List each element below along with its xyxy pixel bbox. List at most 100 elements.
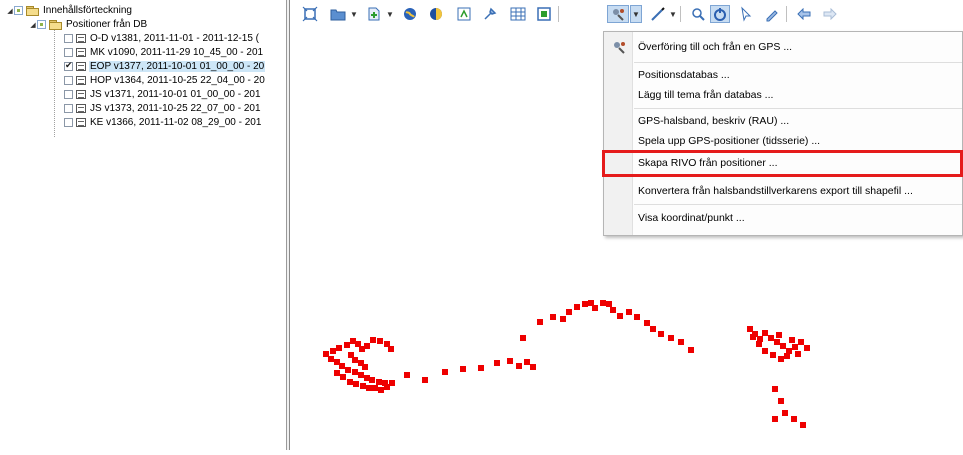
layer-icon: [76, 104, 86, 113]
layer-checkbox[interactable]: [64, 90, 73, 99]
gps-point: [516, 363, 522, 369]
gps-point: [334, 370, 340, 376]
gps-point: [606, 301, 612, 307]
gps-point: [372, 385, 378, 391]
collapse-icon[interactable]: ◢: [29, 21, 37, 29]
gps-point: [770, 352, 776, 358]
group-label: Positioner från DB: [66, 19, 148, 30]
table-icon[interactable]: [508, 5, 528, 23]
gps-point: [756, 341, 762, 347]
back-icon[interactable]: [794, 5, 814, 23]
layer-item[interactable]: MK v1090, 2011-11-29 10_45_00 - 201: [64, 46, 264, 59]
layer-item[interactable]: KE v1366, 2011-11-02 08_29_00 - 201: [64, 116, 262, 129]
gps-point: [377, 338, 383, 344]
gps-point: [560, 316, 566, 322]
globe-icon[interactable]: [400, 5, 420, 23]
layer-item[interactable]: O-D v1381, 2011-11-01 - 2011-12-15 (: [64, 32, 260, 45]
gps-point: [782, 410, 788, 416]
group-checkbox[interactable]: [37, 20, 46, 29]
select-icon[interactable]: [710, 5, 730, 23]
layer-label: JS v1371, 2011-10-01 01_00_00 - 201: [90, 89, 261, 100]
edit-icon[interactable]: [762, 5, 782, 23]
layout-icon[interactable]: [534, 5, 554, 23]
gps-point: [762, 348, 768, 354]
layer-icon: [76, 90, 86, 99]
layer-checkbox[interactable]: [64, 118, 73, 127]
menu-item-position-database[interactable]: Positionsdatabas ...: [604, 65, 963, 85]
gps-point: [389, 380, 395, 386]
gps-point: [582, 301, 588, 307]
gps-point: [776, 332, 782, 338]
panel-splitter[interactable]: [286, 0, 292, 450]
layer-label: JS v1373, 2011-10-25 22_07_00 - 201: [90, 103, 261, 114]
tree-group[interactable]: ◢ Positioner från DB: [29, 18, 148, 31]
gps-point: [340, 374, 346, 380]
gps-point: [530, 364, 536, 370]
gps-point: [592, 305, 598, 311]
layer-label: EOP v1377, 2011-10-01 01_00_00 - 20: [89, 61, 266, 72]
gps-point: [339, 363, 345, 369]
menu-item-add-theme[interactable]: Lägg till tema från databas ...: [604, 85, 963, 105]
layer-checkbox[interactable]: [64, 34, 73, 43]
tree-root[interactable]: ◢ Innehållsförteckning: [6, 4, 133, 17]
highlight-box: [602, 150, 963, 177]
layer-item[interactable]: EOP v1377, 2011-10-01 01_00_00 - 20: [64, 60, 266, 73]
zoom-icon[interactable]: [688, 5, 708, 23]
layer-item[interactable]: HOP v1364, 2011-10-25 22_04_00 - 20: [64, 74, 266, 87]
collapse-icon[interactable]: ◢: [6, 7, 14, 15]
gps-point: [792, 344, 798, 350]
gps-icon: [612, 40, 626, 61]
menu-item-gps-transfer[interactable]: Överföring till och från en GPS ...: [604, 37, 963, 57]
gps-point: [366, 385, 372, 391]
gps-point: [634, 314, 640, 320]
gps-point: [524, 359, 530, 365]
chevron-down-icon[interactable]: ▼: [385, 5, 395, 23]
gps-point: [460, 366, 466, 372]
chevron-down-icon[interactable]: ▼: [630, 5, 642, 23]
menu-item-show-coordinate[interactable]: Visa koordinat/punkt ...: [604, 208, 963, 228]
open-icon[interactable]: [328, 5, 348, 23]
forward-icon[interactable]: [820, 5, 840, 23]
gps-point: [610, 307, 616, 313]
gps-point: [344, 342, 350, 348]
root-checkbox[interactable]: [14, 6, 23, 15]
layer-checkbox[interactable]: [64, 104, 73, 113]
menu-item-label: Visa koordinat/punkt ...: [638, 212, 745, 224]
menu-item-convert-export[interactable]: Konvertera från halsbandstillverkarens e…: [604, 181, 963, 201]
gps-point: [574, 304, 580, 310]
gps-point: [537, 319, 543, 325]
gps-point: [347, 379, 353, 385]
layer-checkbox[interactable]: [64, 48, 73, 57]
layer-icon: [76, 62, 86, 71]
pointer-icon[interactable]: [736, 5, 756, 23]
gps-tools-icon[interactable]: [607, 5, 629, 23]
gps-point: [360, 383, 366, 389]
menu-item-gps-collar[interactable]: GPS-halsband, beskriv (RAU) ...: [604, 111, 963, 131]
menu-separator: [634, 62, 962, 63]
tool-icon[interactable]: [480, 5, 500, 23]
layer-checkbox[interactable]: [64, 76, 73, 85]
menu-item-label: GPS-halsband, beskriv (RAU) ...: [638, 115, 790, 127]
gps-point: [369, 377, 375, 383]
identify-icon[interactable]: [454, 5, 474, 23]
gps-point: [388, 346, 394, 352]
toolbar-separator: [680, 6, 681, 22]
layer-item[interactable]: JS v1373, 2011-10-25 22_07_00 - 201: [64, 102, 262, 115]
chevron-down-icon[interactable]: ▼: [668, 5, 678, 23]
add-data-icon[interactable]: [364, 5, 384, 23]
full-extent-icon[interactable]: [300, 5, 320, 23]
layer-label: O-D v1381, 2011-11-01 - 2011-12-15 (: [90, 33, 259, 44]
line-tool-icon[interactable]: [648, 5, 668, 23]
gps-point: [422, 377, 428, 383]
root-label: Innehållsförteckning: [43, 5, 132, 16]
chevron-down-icon[interactable]: ▼: [349, 5, 359, 23]
layer-icon: [76, 76, 86, 85]
layer-checkbox[interactable]: [64, 60, 73, 71]
layer-item[interactable]: JS v1371, 2011-10-01 01_00_00 - 201: [64, 88, 262, 101]
gps-point: [774, 339, 780, 345]
gps-point: [772, 416, 778, 422]
gps-point: [352, 369, 358, 375]
layer-icon[interactable]: [426, 5, 446, 23]
gps-dropdown-menu: Överföring till och från en GPS ... Posi…: [603, 31, 963, 236]
menu-item-play-positions[interactable]: Spela upp GPS-positioner (tidsserie) ...: [604, 131, 963, 151]
